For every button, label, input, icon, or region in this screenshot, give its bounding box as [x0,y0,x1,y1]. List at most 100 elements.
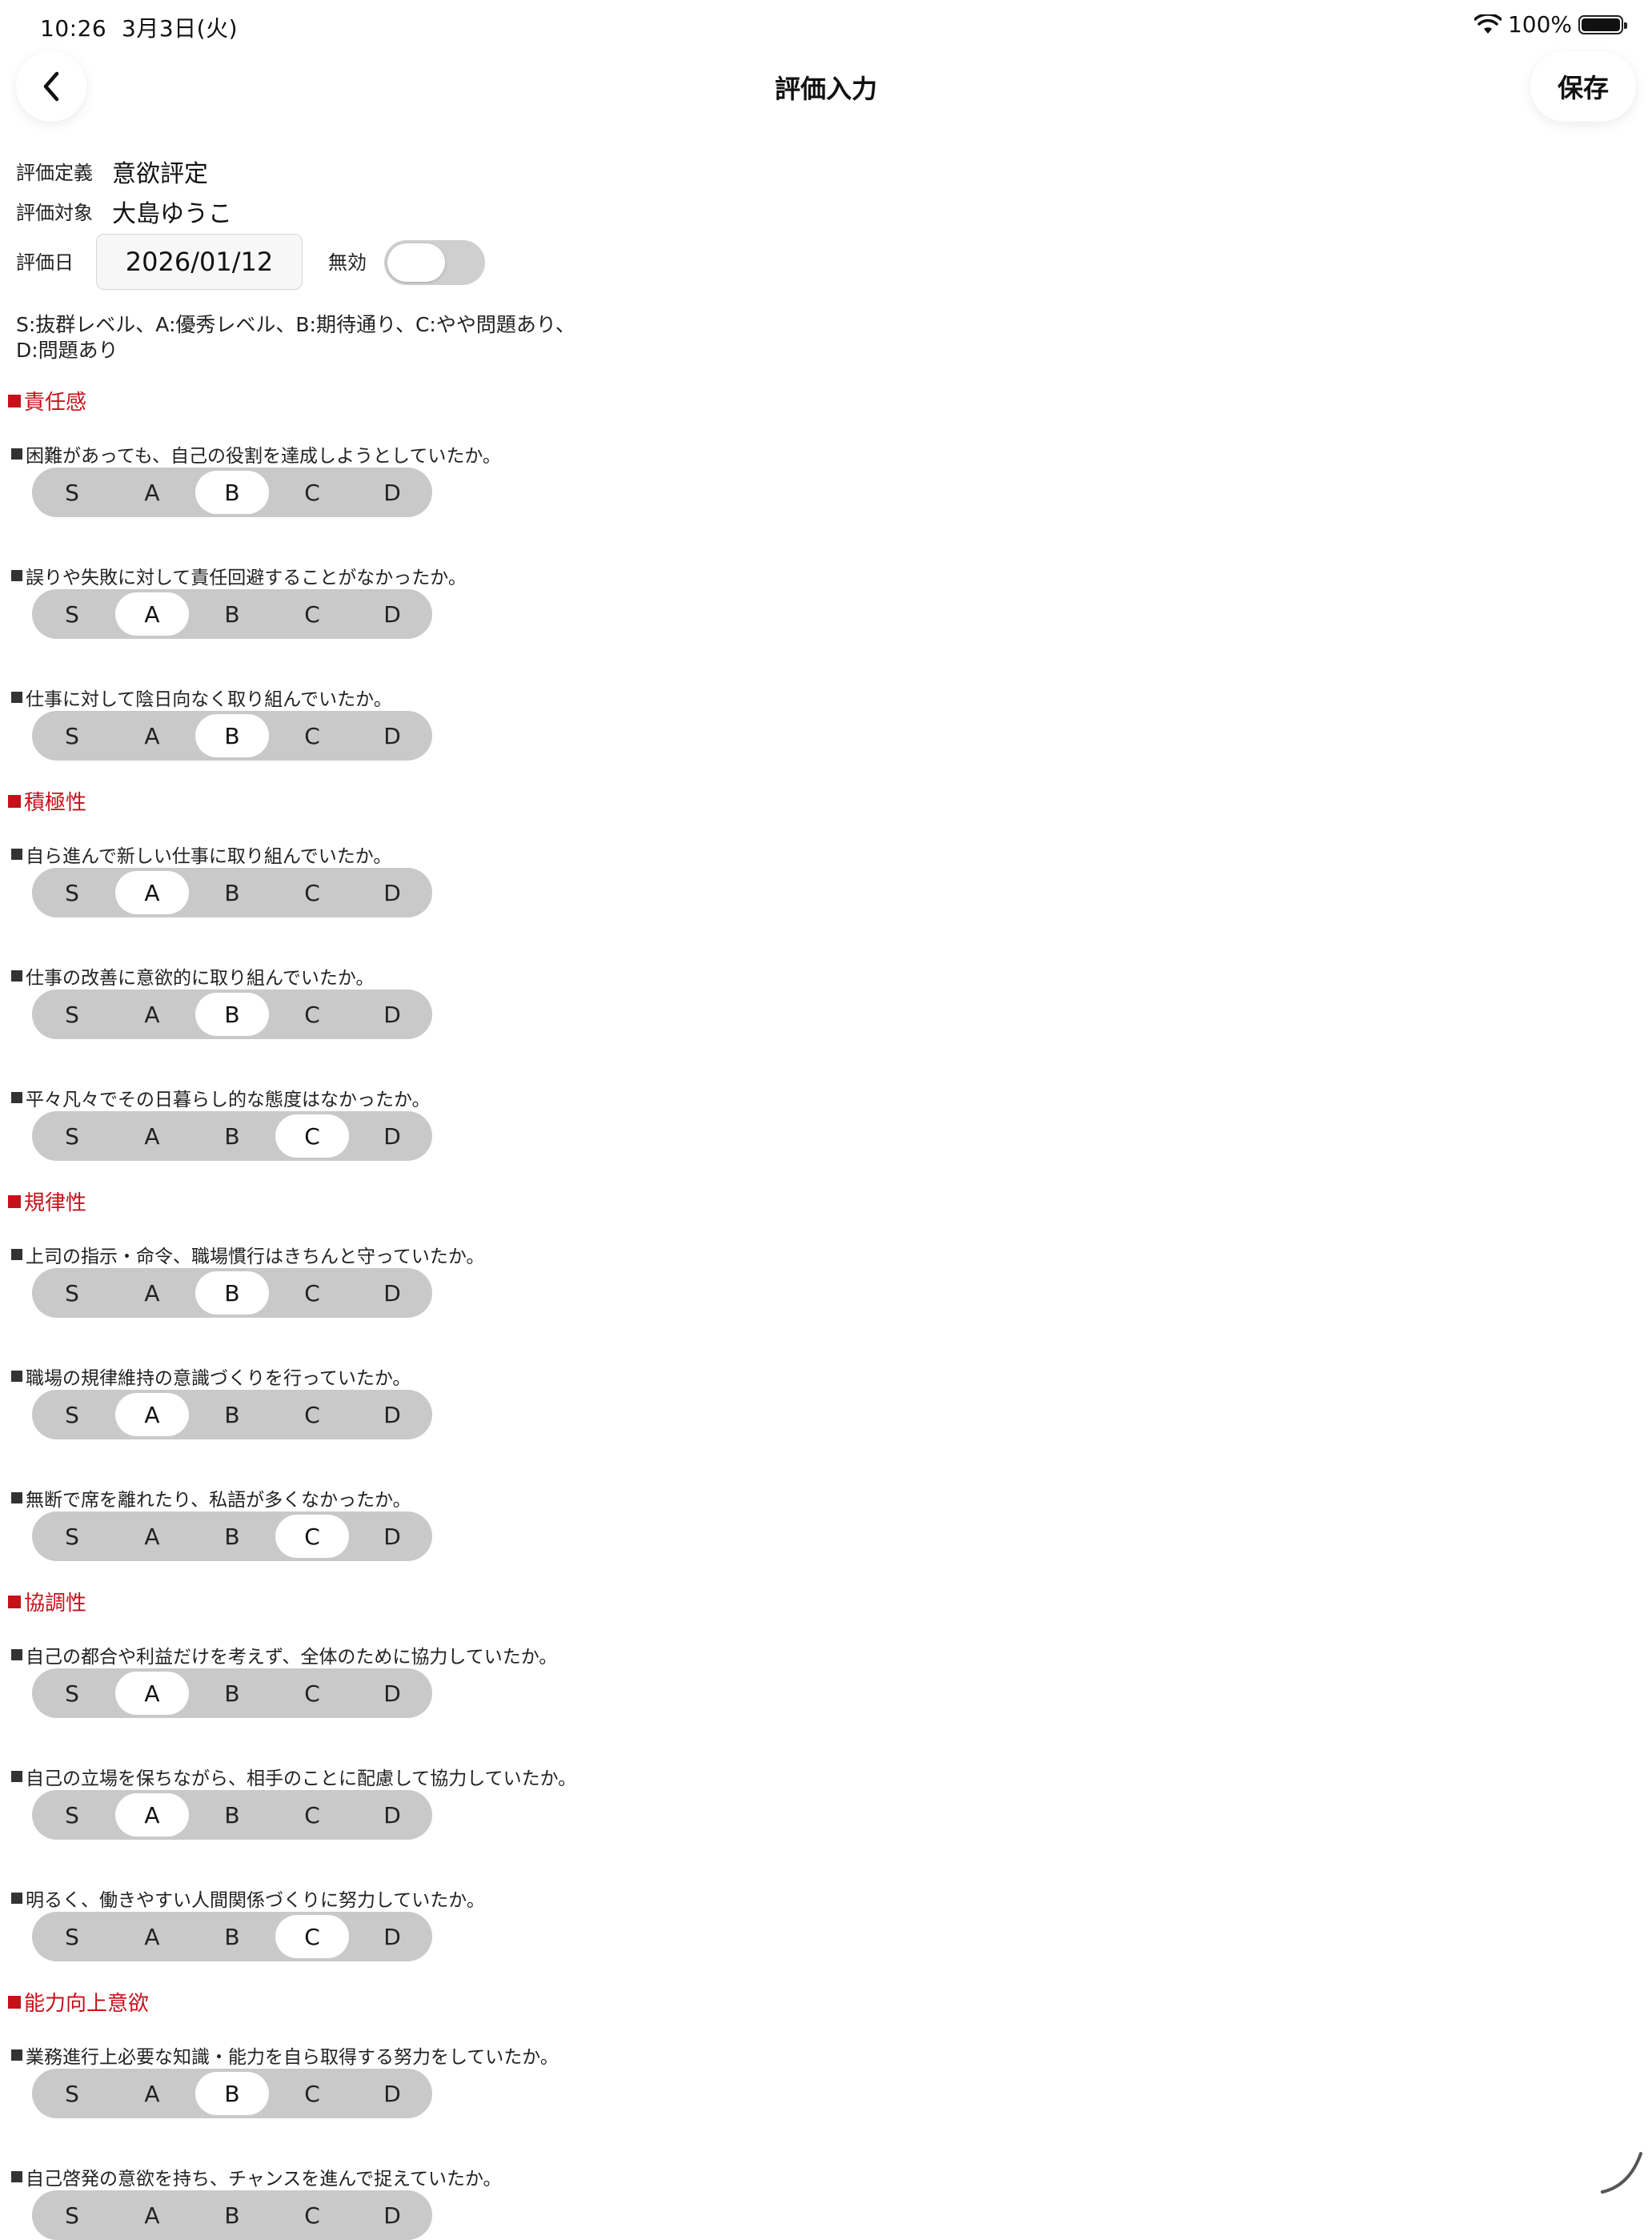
grade-option-s[interactable]: S [35,1271,109,1315]
grade-option-b[interactable]: B [195,592,269,636]
grade-option-c[interactable]: C [275,2194,349,2237]
grade-option-s[interactable]: S [35,1114,109,1158]
grade-option-a[interactable]: A [115,871,189,914]
resize-handle-icon [1601,2152,1642,2194]
grade-segmented-control: SABCD [32,2069,432,2118]
grade-option-c[interactable]: C [275,1393,349,1436]
grade-option-a[interactable]: A [115,1393,189,1436]
grade-option-s[interactable]: S [35,714,109,757]
grade-option-d[interactable]: D [355,993,429,1036]
grade-option-b[interactable]: B [195,1393,269,1436]
grade-option-d[interactable]: D [355,1271,429,1315]
grade-option-c[interactable]: C [275,1271,349,1315]
question-text: 無断で席を離れたり、私語が多くなかったか。 [26,1490,411,1511]
question-text: 仕事に対して陰日向なく取り組んでいたか。 [26,689,392,710]
grade-segmented-control: SABCD [32,711,432,761]
status-time: 10:26 3月3日(火) [40,11,238,43]
grade-option-a[interactable]: A [115,1114,189,1158]
grade-option-b[interactable]: B [195,993,269,1036]
grade-option-c[interactable]: C [275,1114,349,1158]
question-marker-icon [11,2049,22,2061]
question-text: 平々凡々でその日暮らし的な態度はなかったか。 [26,1090,431,1110]
question-text: 自己の立場を保ちながら、相手のことに配慮して協力していたか。 [26,1768,577,1789]
grade-segmented-control: SABCD [32,1912,432,1961]
grade-option-a[interactable]: A [115,714,189,757]
grade-option-d[interactable]: D [355,2194,429,2237]
grade-option-c[interactable]: C [275,2072,349,2115]
grade-option-d[interactable]: D [355,1793,429,1837]
grade-option-c[interactable]: C [275,592,349,636]
grade-option-b[interactable]: B [195,1672,269,1715]
grade-option-c[interactable]: C [275,471,349,514]
grade-option-d[interactable]: D [355,1515,429,1558]
grade-option-c[interactable]: C [275,1793,349,1837]
question: 自己の都合や利益だけを考えず、全体のために協力していたか。 [11,1641,557,1668]
grade-option-s[interactable]: S [35,1393,109,1436]
grade-segmented-control: SABCD [32,468,432,517]
grade-option-s[interactable]: S [35,1915,109,1958]
grade-option-c[interactable]: C [275,1672,349,1715]
grade-option-b[interactable]: B [195,1793,269,1837]
grade-option-c[interactable]: C [275,871,349,914]
grade-option-s[interactable]: S [35,1793,109,1837]
grade-option-a[interactable]: A [115,1793,189,1837]
grade-option-d[interactable]: D [355,1915,429,1958]
grade-option-a[interactable]: A [115,1271,189,1315]
grade-segmented-control: SABCD [32,1390,432,1439]
grade-option-b[interactable]: B [195,1271,269,1315]
grade-option-a[interactable]: A [115,1672,189,1715]
grade-option-a[interactable]: A [115,471,189,514]
date-picker[interactable]: 2026/01/12 [96,234,303,290]
grade-option-d[interactable]: D [355,2072,429,2115]
question: 仕事の改善に意欲的に取り組んでいたか。 [11,962,374,990]
grade-option-s[interactable]: S [35,1672,109,1715]
grade-option-a[interactable]: A [115,1515,189,1558]
grade-option-a[interactable]: A [115,993,189,1036]
grade-option-a[interactable]: A [115,1915,189,1958]
grade-option-s[interactable]: S [35,2072,109,2115]
question: 無断で席を離れたり、私語が多くなかったか。 [11,1484,411,1511]
grade-option-c[interactable]: C [275,1915,349,1958]
question-marker-icon [11,1649,22,1660]
date-label: 評価日 [16,251,74,274]
grade-option-d[interactable]: D [355,1114,429,1158]
grade-option-d[interactable]: D [355,871,429,914]
grade-option-s[interactable]: S [35,871,109,914]
grade-option-s[interactable]: S [35,2194,109,2237]
grade-option-c[interactable]: C [275,993,349,1036]
grade-option-s[interactable]: S [35,592,109,636]
grade-option-d[interactable]: D [355,592,429,636]
question-text: 業務進行上必要な知識・能力を自ら取得する努力をしていたか。 [26,2047,559,2068]
invalid-label: 無効 [328,251,367,274]
question-marker-icon [11,1092,22,1103]
grade-option-d[interactable]: D [355,714,429,757]
invalid-toggle[interactable] [384,240,485,285]
grade-option-b[interactable]: B [195,2194,269,2237]
grade-option-c[interactable]: C [275,714,349,757]
grade-option-b[interactable]: B [195,2072,269,2115]
question-text: 誤りや失敗に対して責任回避することがなかったか。 [26,568,467,588]
grade-option-s[interactable]: S [35,993,109,1036]
grade-option-a[interactable]: A [115,2072,189,2115]
grade-option-d[interactable]: D [355,471,429,514]
status-indicators: 100% [1474,11,1627,38]
grade-option-b[interactable]: B [195,871,269,914]
grade-option-d[interactable]: D [355,1393,429,1436]
grade-option-a[interactable]: A [115,2194,189,2237]
grade-option-b[interactable]: B [195,1114,269,1158]
wifi-icon [1474,14,1502,34]
grade-option-b[interactable]: B [195,471,269,514]
grade-option-b[interactable]: B [195,1915,269,1958]
grade-option-a[interactable]: A [115,592,189,636]
grade-option-b[interactable]: B [195,714,269,757]
grade-option-c[interactable]: C [275,1515,349,1558]
question-marker-icon [11,970,22,982]
grade-option-d[interactable]: D [355,1672,429,1715]
grade-option-s[interactable]: S [35,1515,109,1558]
grade-option-b[interactable]: B [195,1515,269,1558]
grade-option-s[interactable]: S [35,471,109,514]
section-heading: 責任感 [8,386,86,415]
save-button[interactable]: 保存 [1530,51,1636,122]
question: 業務進行上必要な知識・能力を自ら取得する努力をしていたか。 [11,2041,559,2069]
question-text: 上司の指示・命令、職場慣行はきちんと守っていたか。 [26,1246,485,1267]
